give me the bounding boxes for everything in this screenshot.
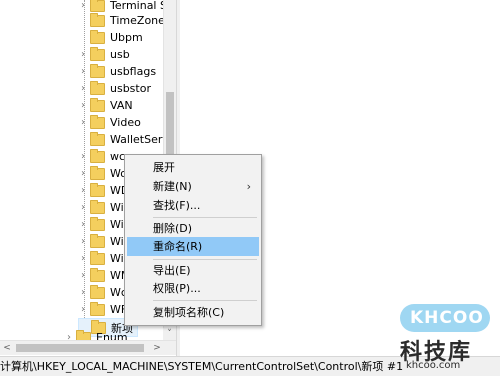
menu-item-label: 导出(E) (153, 264, 191, 277)
folder-icon (90, 0, 105, 12)
folder-icon (90, 233, 105, 248)
watermark-logo: KHCOO 科技库 khcoo.com (396, 300, 496, 372)
menu-item-label: 新建(N) (153, 180, 192, 193)
chevron-right-icon[interactable]: › (78, 287, 88, 298)
folder-icon (90, 284, 105, 299)
tree-item-wi-4[interactable]: › Wi (78, 250, 124, 267)
tree-item-wf[interactable]: › WF (78, 301, 127, 318)
tree-item-wi-3[interactable]: › Wi (78, 233, 124, 250)
folder-icon (90, 63, 105, 78)
menu-item-find[interactable]: 查找(F)... (127, 196, 259, 215)
scroll-right-arrow-icon[interactable]: > (150, 341, 164, 355)
watermark-badge-text: KHCOO (410, 308, 484, 328)
tree-item-label: usb (110, 48, 130, 61)
tree-item-timezoneinformation[interactable]: TimeZoneIr (78, 12, 173, 29)
folder-icon (90, 29, 105, 44)
folder-icon (90, 80, 105, 95)
menu-item-rename[interactable]: 重命名(R) (127, 237, 259, 256)
folder-icon (90, 182, 105, 197)
tree-item-usbflags[interactable]: › usbflags (78, 63, 156, 80)
tree-item-walletservice[interactable]: WalletServi (78, 131, 172, 148)
tree-item-usbstor[interactable]: › usbstor (78, 80, 151, 97)
menu-item-label: 删除(D) (153, 222, 193, 235)
folder-icon (90, 250, 105, 265)
context-menu: 展开 新建(N) › 查找(F)... 删除(D) 重命名(R) 导出(E) 权… (124, 154, 262, 326)
scroll-down-arrow-icon[interactable]: ˅ (163, 328, 176, 340)
menu-item-permissions[interactable]: 权限(P)... (127, 279, 259, 298)
tree-item-label: usbstor (110, 82, 151, 95)
tree-item-label: Wi (110, 252, 124, 265)
menu-item-export[interactable]: 导出(E) (127, 261, 259, 280)
menu-item-new[interactable]: 新建(N) › (127, 177, 259, 196)
folder-icon (90, 199, 105, 214)
folder-icon (90, 301, 105, 316)
folder-icon (90, 114, 105, 129)
menu-item-copy-key-name[interactable]: 复制项名称(C) (127, 303, 259, 322)
menu-item-expand[interactable]: 展开 (127, 158, 259, 177)
chevron-right-icon[interactable]: › (78, 49, 88, 60)
chevron-right-icon[interactable]: › (78, 66, 88, 77)
menu-item-label: 权限(P)... (153, 282, 201, 295)
menu-separator (153, 300, 257, 301)
tree-item-label: Wi (110, 218, 124, 231)
tree-item-wc[interactable]: › Wc (78, 284, 127, 301)
folder-icon (90, 267, 105, 282)
menu-separator (153, 259, 257, 260)
tree-item-wi-2[interactable]: › Wi (78, 216, 124, 233)
horizontal-scroll-thumb[interactable] (16, 344, 144, 352)
scroll-left-arrow-icon[interactable]: < (0, 341, 14, 355)
chevron-right-icon[interactable]: › (78, 219, 88, 230)
folder-icon (90, 148, 105, 163)
tree-item-ubpm[interactable]: Ubpm (78, 29, 143, 46)
folder-icon (90, 12, 105, 27)
chevron-right-icon[interactable]: › (78, 270, 88, 281)
menu-item-label: 展开 (153, 161, 175, 174)
tree-item-label: usbflags (110, 65, 157, 78)
chevron-right-icon[interactable]: › (78, 83, 88, 94)
tree-item-label: Ubpm (110, 31, 143, 44)
chevron-right-icon[interactable]: › (78, 151, 88, 162)
menu-item-label: 重命名(R) (153, 240, 203, 253)
chevron-right-icon[interactable]: › (78, 202, 88, 213)
folder-icon (90, 131, 105, 146)
tree-item-wo[interactable]: › Wo (78, 165, 127, 182)
chevron-right-icon[interactable]: › (78, 100, 88, 111)
tree-item-label: Wi (110, 201, 124, 214)
tree-item-video[interactable]: › Video (78, 114, 141, 131)
chevron-right-icon[interactable]: › (78, 117, 88, 128)
chevron-right-icon[interactable]: › (78, 253, 88, 264)
menu-item-label: 复制项名称(C) (153, 306, 225, 319)
menu-item-label: 查找(F)... (153, 199, 201, 212)
tree-item-van[interactable]: › VAN (78, 97, 133, 114)
folder-icon (90, 216, 105, 231)
chevron-right-icon[interactable]: › (78, 0, 88, 11)
tree-item-label: Wi (110, 235, 124, 248)
folder-icon (90, 165, 105, 180)
chevron-right-icon[interactable]: › (78, 304, 88, 315)
tree-item-wi-1[interactable]: › Wi (78, 199, 124, 216)
submenu-arrow-icon: › (246, 180, 251, 193)
chevron-right-icon[interactable]: › (78, 236, 88, 247)
registry-path: 计算机\HKEY_LOCAL_MACHINE\SYSTEM\CurrentCon… (0, 360, 404, 373)
tree-item-wd[interactable]: › WD (78, 182, 129, 199)
tree-item-usb[interactable]: › usb (78, 46, 130, 63)
horizontal-scrollbar[interactable]: < > (0, 340, 176, 355)
folder-icon (90, 97, 105, 112)
chevron-right-icon[interactable]: › (78, 185, 88, 196)
tree-item-label: VAN (110, 99, 133, 112)
watermark-url: khcoo.com (406, 360, 461, 371)
menu-item-delete[interactable]: 删除(D) (127, 219, 259, 238)
tree-item-wm[interactable]: › WM (78, 267, 130, 284)
folder-icon (90, 46, 105, 61)
tree-item-label: Video (110, 116, 141, 129)
chevron-right-icon[interactable]: › (78, 168, 88, 179)
menu-separator (153, 217, 257, 218)
